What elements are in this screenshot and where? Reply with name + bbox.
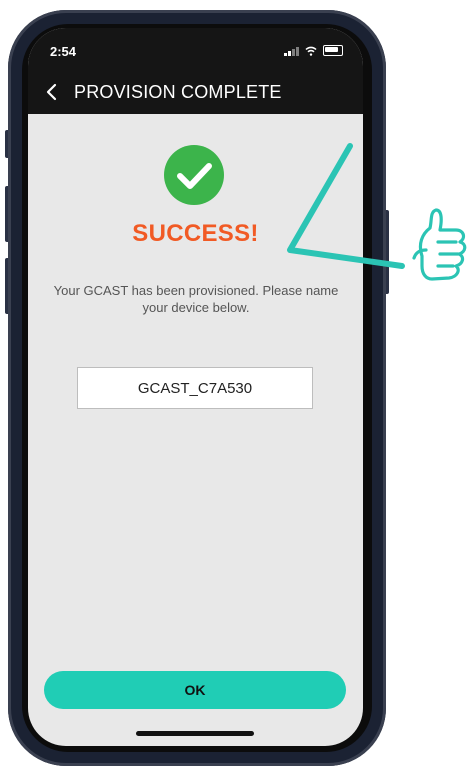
thumbs-up-icon (412, 208, 467, 281)
wifi-icon (305, 46, 317, 56)
battery-icon (323, 45, 343, 56)
status-time: 2:54 (50, 44, 77, 59)
page-title: PROVISION COMPLETE (74, 82, 282, 102)
chevron-left-icon[interactable] (38, 78, 66, 106)
checkmark-stroke (287, 143, 405, 269)
canvas: 2:54 PROVISION COMPLETE SUCCESS! Your GC… (0, 0, 474, 769)
status-icons (284, 44, 343, 56)
cellular-signal-icon (284, 47, 299, 56)
phone-screen: 2:54 PROVISION COMPLETE SUCCESS! Your GC… (28, 28, 363, 746)
device-name-input[interactable] (77, 367, 313, 409)
ok-button[interactable]: OK (44, 671, 346, 709)
home-indicator (136, 731, 254, 736)
thumbs-up-annotation (287, 143, 467, 281)
header-bar: PROVISION COMPLETE (28, 72, 363, 114)
check-circle-icon (164, 145, 224, 205)
status-bar: 2:54 (28, 28, 363, 72)
